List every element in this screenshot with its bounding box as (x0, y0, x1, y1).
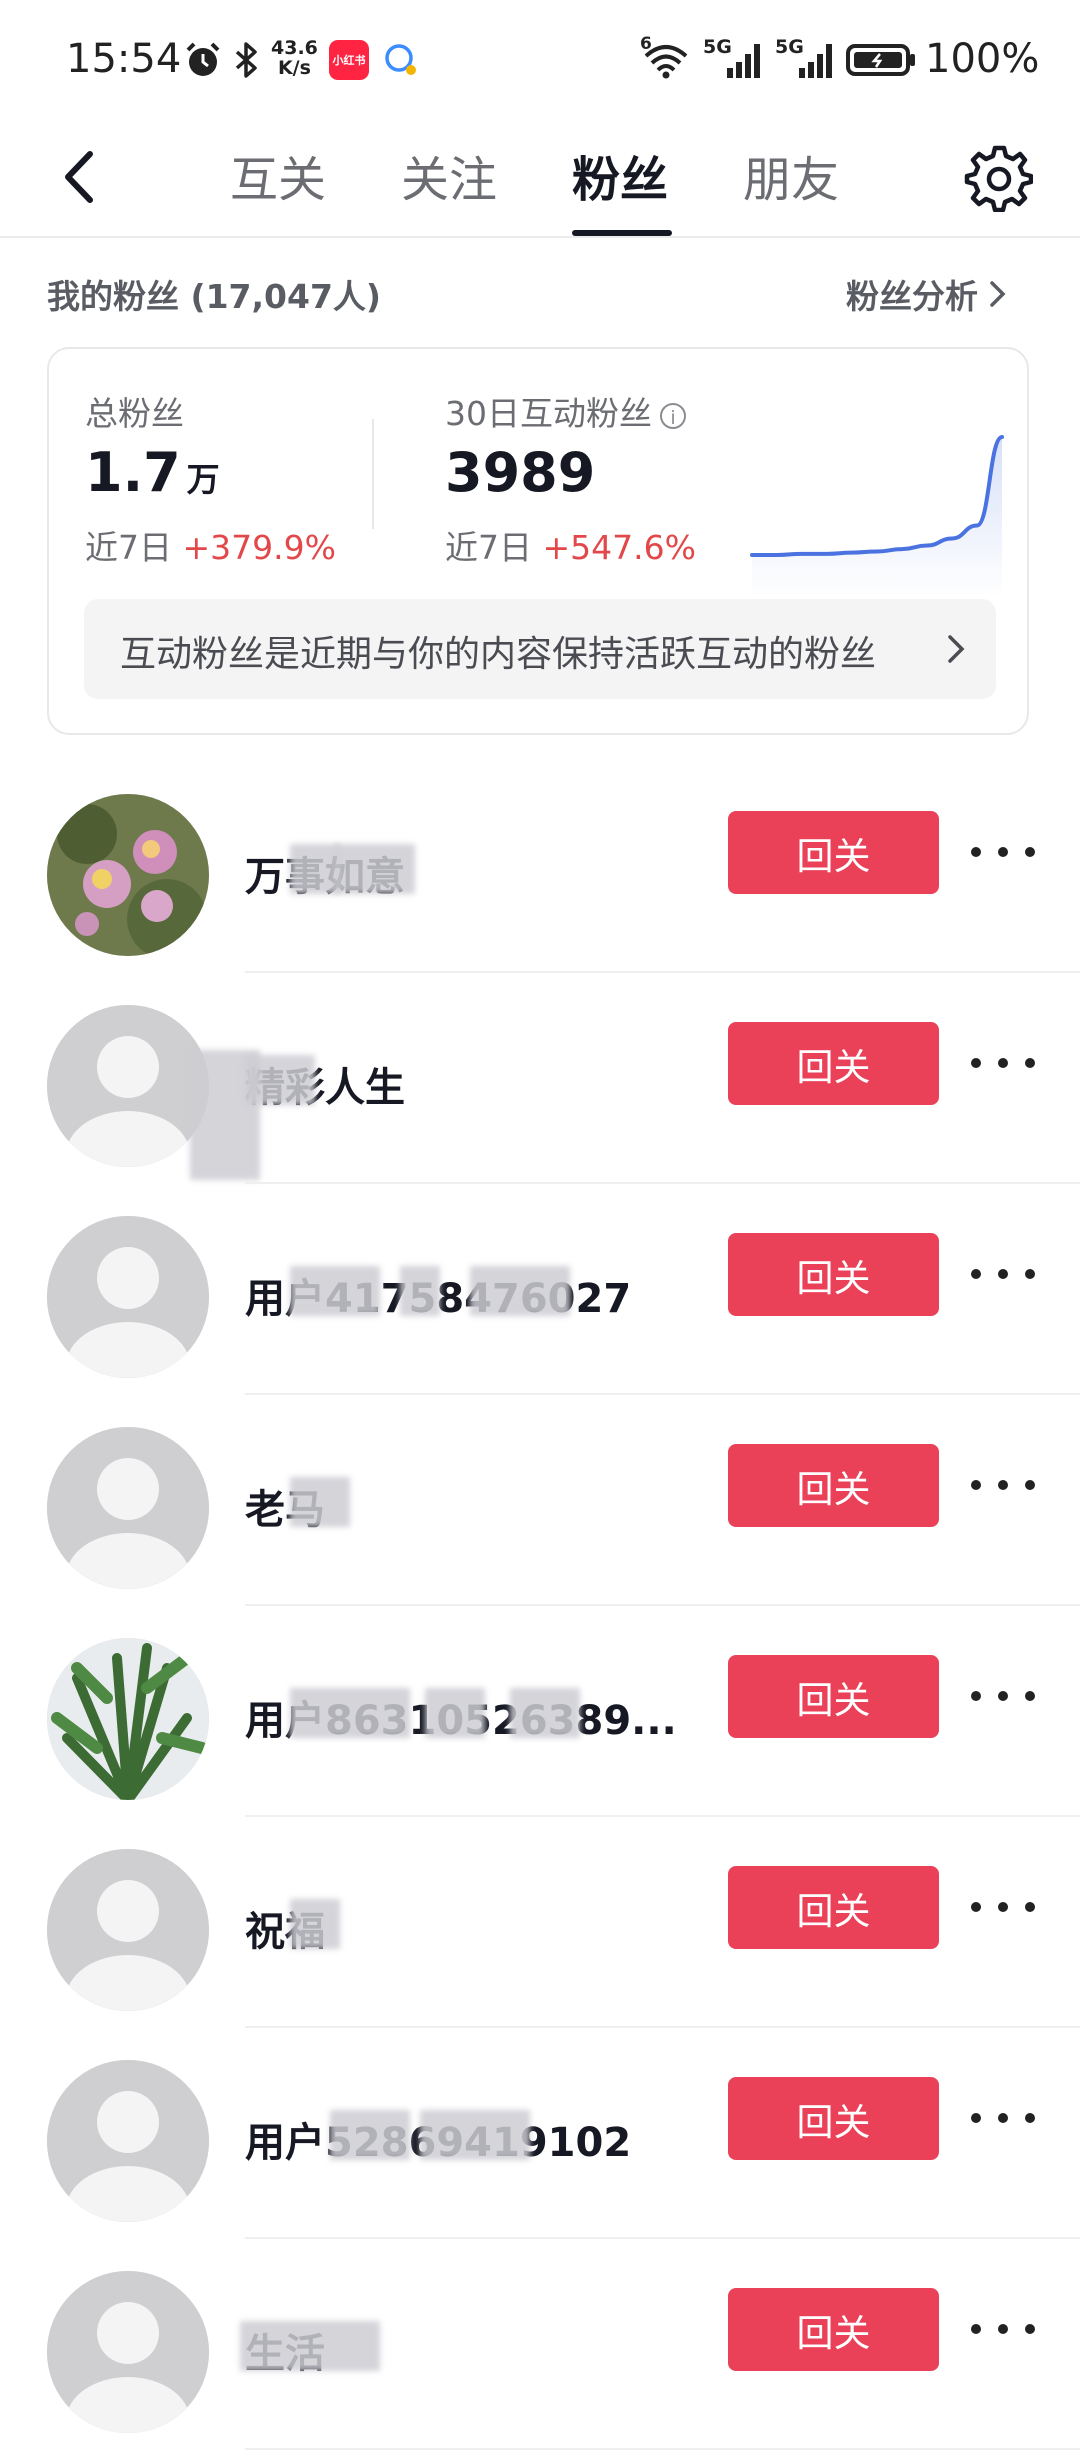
flower-photo (47, 794, 209, 956)
more-options-icon[interactable] (971, 2301, 1035, 2357)
xiaohongshu-app-icon: 小红书 (329, 40, 369, 80)
follow-back-button[interactable]: 回关 (728, 1022, 939, 1105)
privacy-blur (245, 1055, 315, 1105)
interactive-fans-value: 3989 (445, 441, 596, 504)
default-avatar-icon (47, 1005, 209, 1167)
card-divider (372, 419, 374, 529)
follow-back-button[interactable]: 回关 (728, 1233, 939, 1316)
privacy-blur (510, 1688, 580, 1738)
privacy-blur (470, 1266, 570, 1316)
privacy-blur (400, 1266, 440, 1316)
avatar[interactable] (47, 1638, 209, 1800)
tab-following[interactable]: 关注 (401, 140, 497, 210)
wifi-label: 6 (640, 34, 652, 54)
trend-area (752, 437, 1002, 597)
interactive-fans-label: 30日互动粉丝 i (445, 387, 686, 435)
fan-row[interactable]: 老马 回关 (0, 1395, 1080, 1606)
fans-analysis-label: 粉丝分析 (846, 277, 978, 316)
avatar[interactable] (47, 794, 209, 956)
default-avatar-icon (47, 2271, 209, 2433)
follow-back-button[interactable]: 回关 (728, 2288, 939, 2371)
back-arrow-icon[interactable] (50, 142, 120, 212)
fans-count-title: 我的粉丝 (17,047人) (47, 277, 381, 316)
total-fans-label: 总粉丝 (85, 394, 184, 433)
privacy-blur (290, 1899, 340, 1949)
follow-back-button[interactable]: 回关 (728, 1866, 939, 1949)
avatar[interactable] (47, 1427, 209, 1589)
fan-row[interactable]: 生活回关 (0, 2239, 1080, 2450)
follow-back-button[interactable]: 回关 (728, 811, 939, 894)
tab-mutual[interactable]: 互关 (230, 140, 326, 210)
more-options-icon[interactable] (971, 824, 1035, 880)
total-fans-change: 近7日 +379.9% (85, 521, 336, 569)
privacy-blur (330, 2110, 410, 2160)
default-avatar-icon (47, 2060, 209, 2222)
default-avatar-icon (47, 1216, 209, 1378)
total-change-prefix: 近7日 (85, 528, 172, 567)
more-options-icon[interactable] (971, 1879, 1035, 1935)
privacy-blur (290, 1266, 380, 1316)
status-time: 15:54 (66, 36, 182, 82)
top-nav: 互关 关注 粉丝 朋友 (0, 118, 1080, 238)
default-avatar-icon (47, 1849, 209, 2011)
interactive-fans-label-text: 30日互动粉丝 (445, 394, 652, 433)
more-options-icon[interactable] (971, 1668, 1035, 1724)
more-options-icon[interactable] (971, 1035, 1035, 1091)
privacy-blur (290, 844, 340, 894)
fan-row[interactable]: 用户41758476027回关 (0, 1184, 1080, 1395)
fans-analysis-link[interactable]: 粉丝分析 (846, 270, 1010, 318)
avatar[interactable] (47, 1216, 209, 1378)
active-tab-indicator (572, 230, 672, 236)
total-fans-value: 1.7 万 (85, 441, 220, 504)
notice-text: 互动粉丝是近期与你的内容保持活跃互动的粉丝 (120, 634, 877, 675)
more-options-icon[interactable] (971, 1457, 1035, 1513)
privacy-blur (425, 1688, 485, 1738)
info-icon[interactable]: i (660, 402, 686, 429)
fans-stats-card: 总粉丝 1.7 万 近7日 +379.9% 30日互动粉丝 i 3989 近7日 +… (47, 347, 1029, 735)
fan-row[interactable]: 精彩人生 回关 (0, 973, 1080, 1184)
follow-back-button[interactable]: 回关 (728, 2077, 939, 2160)
interactive-fans-change: 近7日 +547.6% (445, 521, 696, 569)
total-change-value: +379.9% (182, 528, 336, 567)
chat-bubble-icon (385, 44, 416, 75)
gear-icon[interactable] (963, 142, 1033, 212)
signal-1-label: 5G (703, 36, 732, 58)
avatar[interactable] (47, 1849, 209, 2011)
interactive-change-prefix: 近7日 (445, 528, 532, 567)
total-fans-number: 1.7 (85, 441, 181, 504)
privacy-blur (240, 2321, 380, 2371)
follow-back-button[interactable]: 回关 (728, 1655, 939, 1738)
fan-row[interactable]: 用户52869419102回关 (0, 2028, 1080, 2239)
follow-back-button[interactable]: 回关 (728, 1444, 939, 1527)
privacy-blur (420, 2110, 530, 2160)
status-bar: 15:54 43.6 K/s 小红书 6 5G 5G 100% (0, 0, 1080, 118)
default-avatar-icon (47, 1427, 209, 1589)
alarm-icon (186, 42, 220, 76)
privacy-blur (290, 1688, 410, 1738)
more-options-icon[interactable] (971, 1246, 1035, 1302)
privacy-blur (290, 1477, 350, 1527)
chevron-right-icon (990, 281, 1006, 307)
tab-friends[interactable]: 朋友 (743, 140, 839, 210)
avatar[interactable] (47, 2060, 209, 2222)
fan-row[interactable]: 祝福 回关 (0, 1817, 1080, 2028)
avatar[interactable] (47, 1005, 209, 1167)
avatar[interactable] (47, 2271, 209, 2433)
interactive-fans-notice[interactable]: 互动粉丝是近期与你的内容保持活跃互动的粉丝 (84, 599, 996, 699)
total-fans-unit: 万 (186, 460, 220, 499)
signal-2-label: 5G (775, 36, 804, 58)
network-speed: 43.6 K/s (271, 37, 318, 79)
battery-percent: 100% (925, 36, 1040, 82)
chevron-right-icon (948, 635, 965, 663)
fan-row[interactable]: 万事如意回关 (0, 762, 1080, 973)
battery-icon (846, 44, 915, 76)
interactive-change-value: +547.6% (542, 528, 696, 567)
fan-row[interactable]: 用户86310526389...回关 (0, 1606, 1080, 1817)
bluetooth-icon (235, 42, 257, 78)
plant-photo (47, 1638, 209, 1800)
tab-fans[interactable]: 粉丝 (572, 140, 668, 210)
privacy-blur (335, 844, 415, 894)
interactive-fans-trend-chart (750, 435, 1004, 597)
more-options-icon[interactable] (971, 2090, 1035, 2146)
